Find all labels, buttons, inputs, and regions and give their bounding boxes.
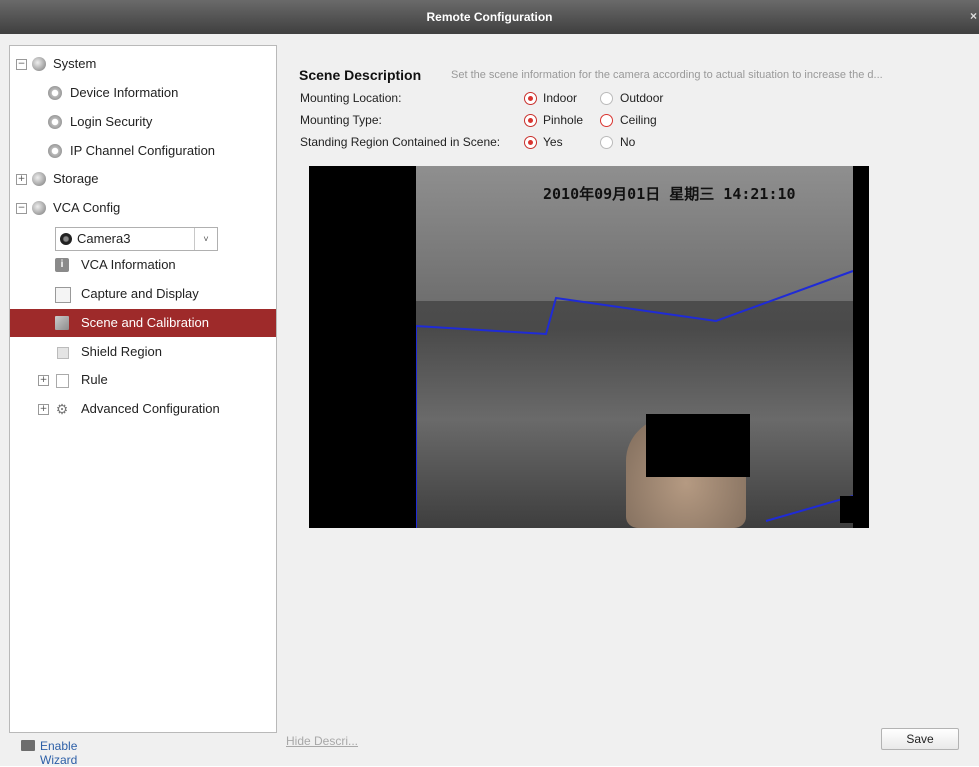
mounting-type-row: Mounting Type: Pinhole Ceiling <box>300 113 700 129</box>
gear-icon <box>48 115 62 129</box>
close-icon[interactable]: × <box>970 9 977 23</box>
tree-node-scene-and-calibration[interactable]: Scene and Calibration <box>10 309 276 337</box>
tree-node-vca-information[interactable]: i VCA Information <box>10 251 276 279</box>
rule-icon <box>56 374 69 388</box>
radio-pinhole[interactable] <box>524 114 537 127</box>
chevron-down-icon[interactable]: ˅ <box>194 228 217 250</box>
radio-pinhole-label[interactable]: Pinhole <box>543 113 583 127</box>
vca-config-icon <box>32 201 46 215</box>
tree-node-label: VCA Information <box>81 257 176 272</box>
tree-node-label: Login Security <box>70 114 153 129</box>
tree-node-capture-and-display[interactable]: Capture and Display <box>10 280 276 308</box>
standing-region-label: Standing Region Contained in Scene: <box>300 135 501 149</box>
scene-calibration-icon <box>55 316 69 330</box>
tree-node-label: Scene and Calibration <box>81 315 209 330</box>
save-button[interactable]: Save <box>881 728 959 750</box>
tree-node-label: VCA Config <box>53 200 121 215</box>
camera-select[interactable]: Camera3 ˅ <box>55 227 218 251</box>
radio-no-label[interactable]: No <box>620 135 635 149</box>
collapse-icon[interactable]: − <box>16 59 27 70</box>
system-icon <box>32 57 46 71</box>
privacy-mask <box>646 414 750 477</box>
tree-node-advanced-configuration[interactable]: + ⚙ Advanced Configuration <box>10 395 276 423</box>
camera-scene: 2010年09月01日 星期三 14:21:10 <box>416 166 869 528</box>
mounting-location-row: Mounting Location: Indoor Outdoor <box>300 91 700 107</box>
gear-icon: ⚙ <box>55 401 69 417</box>
shield-region-icon <box>57 347 69 359</box>
radio-outdoor[interactable] <box>600 92 613 105</box>
hide-description-link[interactable]: Hide Descri... <box>286 734 358 748</box>
radio-no[interactable] <box>600 136 613 149</box>
expand-icon[interactable]: + <box>38 375 49 386</box>
radio-indoor[interactable] <box>524 92 537 105</box>
title-bar: Remote Configuration × <box>0 0 979 34</box>
tree-node-shield-region[interactable]: Shield Region <box>10 338 276 366</box>
wizard-icon <box>21 740 35 751</box>
tree-node-label: Advanced Configuration <box>81 401 220 416</box>
gear-icon <box>48 86 62 100</box>
tree-node-label: Capture and Display <box>81 286 199 301</box>
radio-ceiling-label[interactable]: Ceiling <box>620 113 657 127</box>
tree-node-vca-config[interactable]: − VCA Config <box>10 194 276 222</box>
video-preview[interactable]: 2010年09月01日 星期三 14:21:10 <box>309 166 869 528</box>
tree-node-device-information[interactable]: Device Information <box>10 79 276 107</box>
config-tree: − System Device Information Login Securi… <box>9 45 277 733</box>
enable-wizard-label: Enable Wizard <box>40 739 78 767</box>
mounting-type-label: Mounting Type: <box>300 113 382 127</box>
scene-panel: Scene Description Set the scene informat… <box>286 34 979 766</box>
tree-node-rule[interactable]: + Rule <box>10 366 276 394</box>
tree-node-label: System <box>53 56 97 71</box>
radio-yes[interactable] <box>524 136 537 149</box>
info-icon: i <box>55 258 69 272</box>
main-area: − System Device Information Login Securi… <box>0 34 979 767</box>
tree-node-login-security[interactable]: Login Security <box>10 108 276 136</box>
window-title: Remote Configuration <box>426 10 553 24</box>
tree-node-label: Rule <box>81 372 108 387</box>
section-description: Set the scene information for the camera… <box>451 69 883 81</box>
tree-node-label: Device Information <box>70 85 179 100</box>
camera-select-value: Camera3 <box>77 231 131 246</box>
radio-outdoor-label[interactable]: Outdoor <box>620 91 663 105</box>
tree-node-label: Storage <box>53 171 99 186</box>
standing-region-row: Standing Region Contained in Scene: Yes … <box>300 135 700 151</box>
expand-icon[interactable]: + <box>38 404 49 415</box>
calibration-lines[interactable] <box>416 166 853 528</box>
tree-node-storage[interactable]: + Storage <box>10 165 276 193</box>
expand-icon[interactable]: + <box>16 174 27 185</box>
radio-indoor-label[interactable]: Indoor <box>543 91 577 105</box>
tree-node-label: IP Channel Configuration <box>70 143 216 158</box>
privacy-mask <box>840 496 869 523</box>
radio-ceiling[interactable] <box>600 114 613 127</box>
gear-icon <box>48 144 62 158</box>
storage-icon <box>32 172 46 186</box>
collapse-icon[interactable]: − <box>16 203 27 214</box>
tree-node-label: Shield Region <box>81 344 162 359</box>
camera-capture-icon <box>55 287 71 303</box>
radio-yes-label[interactable]: Yes <box>543 135 563 149</box>
camera-icon <box>60 233 72 245</box>
section-title: Scene Description <box>299 67 422 83</box>
mounting-location-label: Mounting Location: <box>300 91 402 105</box>
tree-node-system[interactable]: − System <box>10 50 276 78</box>
tree-node-ip-channel-configuration[interactable]: IP Channel Configuration <box>10 137 276 165</box>
